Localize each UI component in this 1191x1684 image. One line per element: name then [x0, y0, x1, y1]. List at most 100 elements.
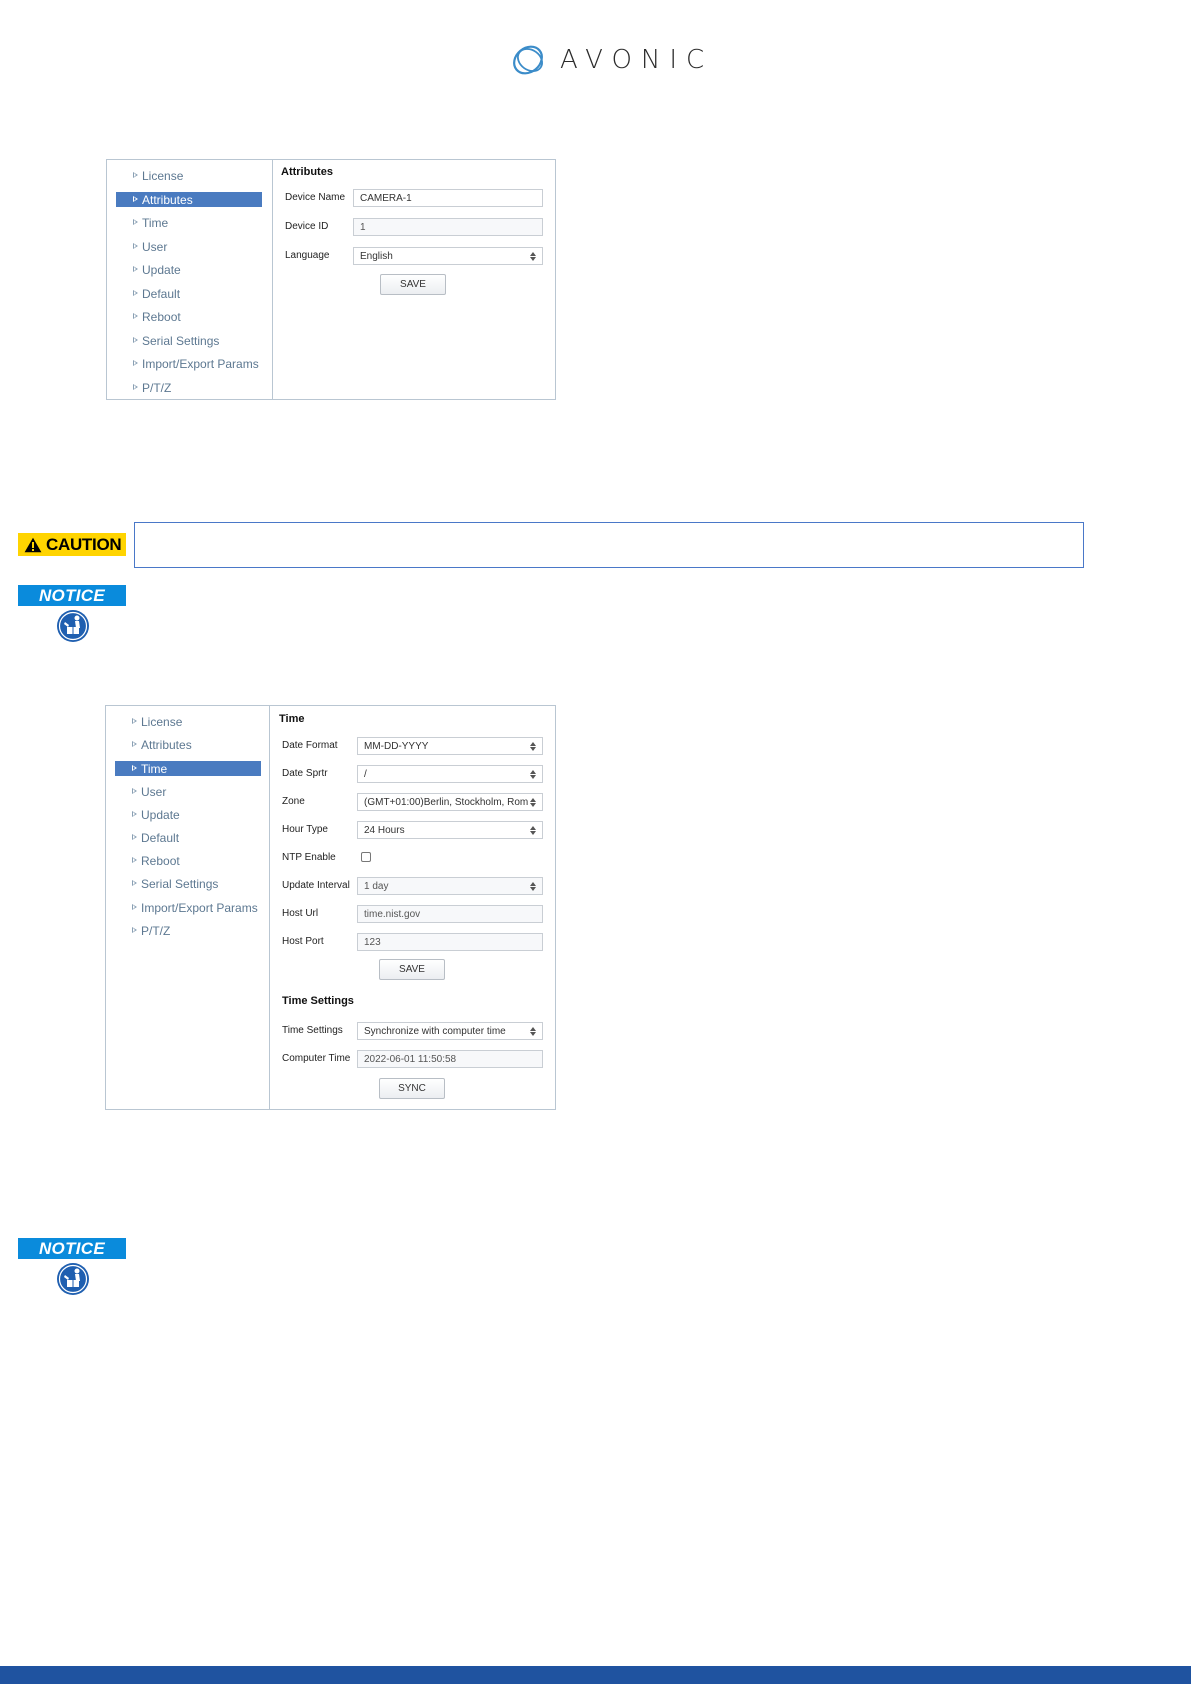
triangle-right-icon: [132, 904, 137, 910]
triangle-right-icon: [133, 384, 138, 390]
settings-nav: License Attributes Time User Update Defa…: [106, 706, 270, 1109]
select-arrows-icon: [530, 1027, 537, 1036]
language-value: English: [360, 250, 393, 262]
ntp-enable-checkbox[interactable]: [361, 852, 371, 862]
nav-item-license[interactable]: License: [116, 168, 262, 183]
triangle-right-icon: [133, 243, 138, 249]
date-format-label: Date Format: [282, 740, 338, 751]
sync-button[interactable]: SYNC: [379, 1078, 445, 1099]
time-settings-label: Time Settings: [282, 1025, 343, 1036]
nav-item-import-export-params[interactable]: Import/Export Params: [116, 356, 262, 371]
select-arrows-icon: [530, 742, 537, 751]
hour-type-value: 24 Hours: [364, 824, 405, 836]
nav-item-import-export-params[interactable]: Import/Export Params: [115, 900, 261, 915]
update-interval-select[interactable]: 1 day: [357, 877, 543, 895]
triangle-right-icon: [133, 290, 138, 296]
triangle-right-icon: [132, 811, 137, 817]
host-url-label: Host Url: [282, 908, 319, 919]
caution-label: CAUTION: [46, 534, 122, 554]
time-settings-value: Synchronize with computer time: [364, 1025, 506, 1037]
nav-item-serial-settings[interactable]: Serial Settings: [116, 333, 262, 348]
nav-item-default[interactable]: Default: [115, 830, 261, 845]
nav-item-attributes[interactable]: Attributes: [116, 192, 262, 207]
update-interval-value: 1 day: [364, 880, 389, 892]
nav-item-ptz[interactable]: P/T/Z: [116, 380, 262, 395]
date-sprtr-value: /: [364, 768, 367, 780]
nav-item-time[interactable]: Time: [116, 215, 262, 230]
avonic-logo-icon: [513, 45, 543, 75]
device-name-input[interactable]: CAMERA-1: [353, 189, 543, 207]
save-button[interactable]: SAVE: [380, 274, 446, 295]
computer-time-input[interactable]: 2022-06-01 11:50:58: [357, 1050, 543, 1068]
triangle-right-icon: [132, 718, 137, 724]
nav-item-time[interactable]: Time: [115, 761, 261, 776]
hand-book-icon: [57, 1263, 89, 1295]
hour-type-select[interactable]: 24 Hours: [357, 821, 543, 839]
zone-value: (GMT+01:00)Berlin, Stockholm, Rom: [364, 796, 529, 808]
device-id-input[interactable]: 1: [353, 218, 543, 236]
select-arrows-icon: [530, 826, 537, 835]
host-port-input[interactable]: 123: [357, 933, 543, 951]
date-sprtr-label: Date Sprtr: [282, 768, 328, 779]
nav-item-reboot[interactable]: Reboot: [115, 853, 261, 868]
update-interval-label: Update Interval: [282, 880, 350, 891]
select-arrows-icon: [530, 252, 537, 261]
time-panel: License Attributes Time User Update Defa…: [105, 705, 556, 1110]
nav-item-attributes[interactable]: Attributes: [115, 737, 261, 752]
triangle-right-icon: [133, 172, 138, 178]
host-url-input[interactable]: time.nist.gov: [357, 905, 543, 923]
nav-item-serial-settings[interactable]: Serial Settings: [115, 876, 261, 891]
ntp-enable-label: NTP Enable: [282, 852, 336, 863]
device-name-label: Device Name: [285, 192, 346, 203]
notice-badge: NOTICE: [18, 585, 126, 606]
zone-label: Zone: [282, 796, 305, 807]
hour-type-label: Hour Type: [282, 824, 328, 835]
nav-item-ptz[interactable]: P/T/Z: [115, 923, 261, 938]
triangle-right-icon: [132, 834, 137, 840]
nav-item-default[interactable]: Default: [116, 286, 262, 301]
notice-badge: NOTICE: [18, 1238, 126, 1259]
date-format-select[interactable]: MM-DD-YYYY: [357, 737, 543, 755]
nav-item-user[interactable]: User: [116, 239, 262, 254]
select-arrows-icon: [530, 798, 537, 807]
language-label: Language: [285, 250, 330, 261]
caution-text-box: [134, 522, 1084, 568]
triangle-right-icon: [132, 857, 137, 863]
settings-nav: License Attributes Time User Update Defa…: [107, 160, 273, 399]
select-arrows-icon: [530, 770, 537, 779]
nav-item-license[interactable]: License: [115, 714, 261, 729]
attributes-panel: License Attributes Time User Update Defa…: [106, 159, 556, 400]
triangle-right-icon: [133, 196, 138, 202]
triangle-right-icon: [132, 765, 137, 771]
warning-triangle-icon: [24, 537, 42, 552]
triangle-right-icon: [132, 741, 137, 747]
pane-title: Time: [279, 713, 305, 725]
time-settings-select[interactable]: Synchronize with computer time: [357, 1022, 543, 1040]
zone-select[interactable]: (GMT+01:00)Berlin, Stockholm, Rom: [357, 793, 543, 811]
nav-item-reboot[interactable]: Reboot: [116, 309, 262, 324]
device-id-label: Device ID: [285, 221, 329, 232]
pane-title: Attributes: [281, 166, 333, 178]
caution-badge: CAUTION: [18, 533, 126, 556]
triangle-right-icon: [133, 337, 138, 343]
triangle-right-icon: [132, 880, 137, 886]
triangle-right-icon: [132, 788, 137, 794]
brand-name: AVONIC: [560, 45, 714, 75]
hand-book-icon: [57, 610, 89, 642]
triangle-right-icon: [133, 266, 138, 272]
nav-item-update[interactable]: Update: [116, 262, 262, 277]
time-settings-title: Time Settings: [282, 995, 354, 1007]
host-port-label: Host Port: [282, 936, 324, 947]
computer-time-label: Computer Time: [282, 1053, 351, 1064]
nav-item-update[interactable]: Update: [115, 807, 261, 822]
date-sprtr-select[interactable]: /: [357, 765, 543, 783]
triangle-right-icon: [133, 313, 138, 319]
triangle-right-icon: [133, 360, 138, 366]
footer-bar: [0, 1666, 1191, 1684]
nav-item-user[interactable]: User: [115, 784, 261, 799]
language-select[interactable]: English: [353, 247, 543, 265]
save-button[interactable]: SAVE: [379, 959, 445, 980]
triangle-right-icon: [133, 219, 138, 225]
date-format-value: MM-DD-YYYY: [364, 740, 429, 752]
avonic-logo: AVONIC: [508, 40, 713, 80]
